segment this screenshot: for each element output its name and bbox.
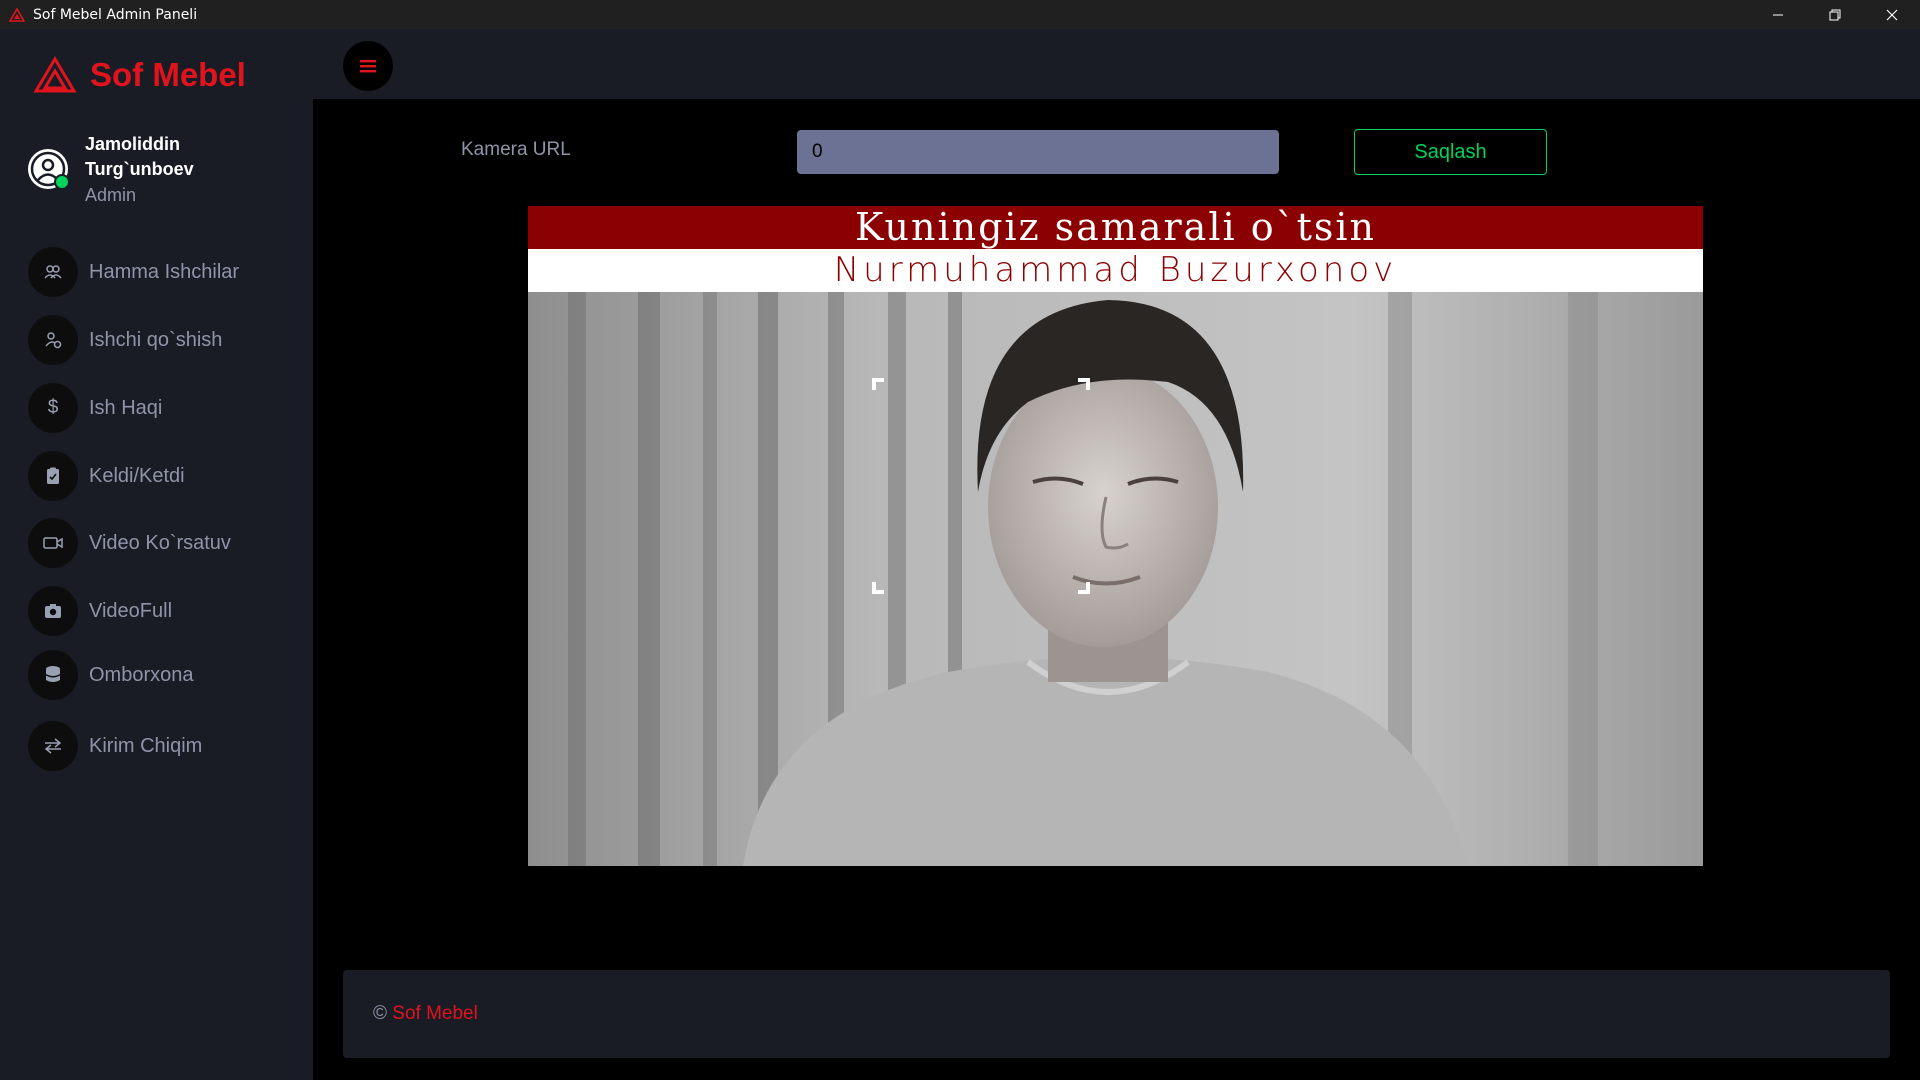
camera-icon <box>28 586 78 636</box>
footer: © Sof Mebel <box>343 970 1890 1058</box>
sidebar-item-omborxona[interactable]: Omborxona <box>28 650 288 700</box>
sidebar-item-keldi-ketdi[interactable]: Keldi/Ketdi <box>28 451 288 501</box>
hamburger-icon[interactable] <box>343 41 393 91</box>
online-status-dot <box>54 174 70 190</box>
sidebar-item-label: Omborxona <box>89 663 194 686</box>
profile-name: Jamoliddin Turg`unboev <box>85 134 194 179</box>
clipboard-icon <box>28 451 78 501</box>
user-profile[interactable]: Jamoliddin Turg`unboev Admin <box>28 132 235 206</box>
sidebar-item-ish-haqi[interactable]: $ Ish Haqi <box>28 383 288 433</box>
minimize-icon[interactable] <box>1749 0 1806 29</box>
avatar <box>28 149 70 190</box>
footer-brand-link[interactable]: Sof Mebel <box>392 1003 478 1024</box>
sidebar-item-hamma-ishchilar[interactable]: Hamma Ishchilar <box>28 247 288 297</box>
sidebar-item-ishchi-qoshish[interactable]: Ishchi qo`shish <box>28 315 288 365</box>
sidebar-item-label: Hamma Ishchilar <box>89 260 240 283</box>
sidebar: Sof Mebel Jamoliddin Turg`unboev Admin H… <box>0 29 313 1080</box>
camera-frame-image <box>528 292 1703 866</box>
top-navbar <box>313 29 1920 99</box>
user-add-icon <box>28 315 78 365</box>
sidebar-item-label: Ish Haqi <box>89 396 163 419</box>
sidebar-item-label: Keldi/Ketdi <box>89 464 185 487</box>
brand[interactable]: Sof Mebel <box>33 45 246 105</box>
greeting-banner: Kuningiz samarali o`tsin <box>528 206 1703 249</box>
swap-arrows-icon <box>28 721 78 771</box>
dollar-icon: $ <box>28 383 78 433</box>
users-icon <box>28 247 78 297</box>
close-icon[interactable] <box>1863 0 1920 29</box>
profile-role: Admin <box>85 185 137 205</box>
sidebar-item-video-korsatuv[interactable]: Video Ko`rsatuv <box>28 518 288 568</box>
video-camera-icon <box>28 518 78 568</box>
recognized-person-name: Nurmuhammad Buzurxonov <box>528 249 1703 292</box>
restore-icon[interactable] <box>1806 0 1863 29</box>
sidebar-item-label: Video Ko`rsatuv <box>89 531 231 554</box>
video-feed: Kuningiz samarali o`tsin Nurmuhammad Buz… <box>528 206 1703 866</box>
window-title: Sof Mebel Admin Paneli <box>33 6 198 23</box>
camera-url-input[interactable] <box>797 130 1279 174</box>
brand-logo-icon <box>33 56 77 93</box>
copyright-symbol: © <box>373 1003 387 1024</box>
footer-copyright: © Sof Mebel <box>373 1003 478 1025</box>
sidebar-item-label: Kirim Chiqim <box>89 734 203 757</box>
sidebar-item-kirim-chiqim[interactable]: Kirim Chiqim <box>28 721 288 771</box>
window-titlebar: Sof Mebel Admin Paneli <box>0 0 1920 29</box>
database-icon <box>28 650 78 700</box>
sidebar-item-label: Ishchi qo`shish <box>89 328 223 351</box>
brand-name: Sof Mebel <box>90 56 246 93</box>
save-button[interactable]: Saqlash <box>1354 129 1547 175</box>
app-logo-icon <box>9 6 25 22</box>
sidebar-item-videofull[interactable]: VideoFull <box>28 586 288 636</box>
camera-url-label: Kamera URL <box>461 139 571 160</box>
sidebar-item-label: VideoFull <box>89 599 173 622</box>
